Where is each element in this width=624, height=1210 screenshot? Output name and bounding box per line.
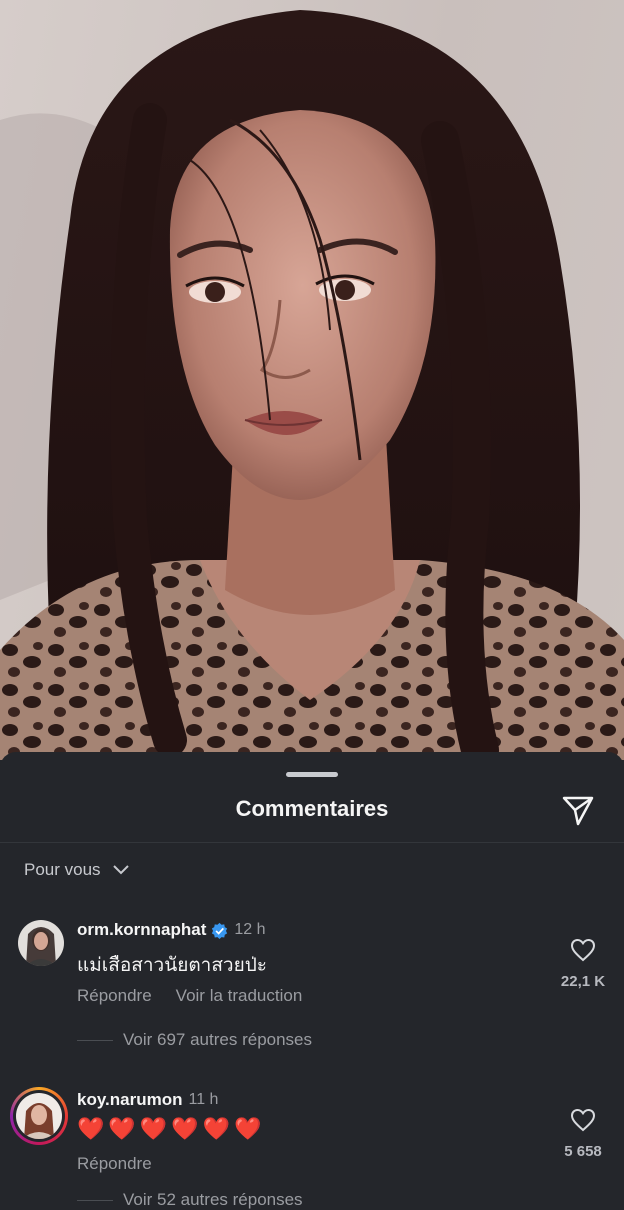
avatar (16, 1093, 62, 1139)
comment-item: koy.narumon 11 h ❤️❤️❤️❤️❤️❤️ Répondre 5… (0, 1084, 624, 1209)
comments-sheet: Commentaires Pour vous orm.kornnaphat 12… (0, 752, 624, 1209)
share-button[interactable] (560, 792, 596, 828)
avatar-image (16, 1093, 62, 1139)
view-more-replies[interactable]: Voir 52 autres réponses (77, 1190, 303, 1210)
like-count: 22,1 K (560, 973, 606, 990)
post-photo (0, 0, 624, 760)
replies-line (77, 1039, 113, 1041)
sheet-title: Commentaires (235, 796, 389, 821)
like-button[interactable]: 22,1 K (548, 938, 618, 990)
comment-item: orm.kornnaphat 12 h แม่เสือสาวนัยตาสวยป่… (0, 912, 624, 1052)
view-more-replies-label: Voir 697 autres réponses (123, 1030, 313, 1049)
heart-outline-icon (570, 1108, 596, 1132)
comment-username[interactable]: orm.kornnaphat (77, 920, 206, 940)
like-count: 5 658 (564, 1143, 602, 1160)
sheet-grabber[interactable] (286, 772, 338, 777)
comment-time: 11 h (188, 1091, 219, 1108)
comment-text: แม่เสือสาวนัยตาสวยป่ะ (77, 955, 267, 976)
chevron-down-icon (112, 865, 129, 875)
reply-button[interactable]: Répondre (77, 1154, 152, 1174)
view-more-replies-label: Voir 52 autres réponses (123, 1190, 303, 1209)
avatar[interactable] (18, 920, 64, 966)
comment-text: ❤️❤️❤️❤️❤️❤️ (77, 1116, 266, 1141)
view-more-replies[interactable]: Voir 697 autres réponses (77, 1030, 312, 1050)
comment-time: 12 h (234, 921, 266, 938)
story-ring[interactable] (10, 1087, 68, 1145)
verified-badge-icon (212, 922, 228, 939)
sheet-divider (0, 842, 624, 843)
avatar-image (18, 920, 64, 966)
comment-username[interactable]: koy.narumon (77, 1090, 182, 1110)
translate-button[interactable]: Voir la traduction (176, 986, 303, 1006)
like-button[interactable]: 5 658 (548, 1108, 618, 1160)
filter-dropdown[interactable]: Pour vous (24, 860, 129, 880)
reply-button[interactable]: Répondre (77, 986, 152, 1006)
filter-label: Pour vous (24, 860, 101, 879)
portrait-illustration (0, 10, 624, 760)
heart-outline-icon (570, 938, 596, 962)
paper-plane-icon (562, 796, 594, 826)
